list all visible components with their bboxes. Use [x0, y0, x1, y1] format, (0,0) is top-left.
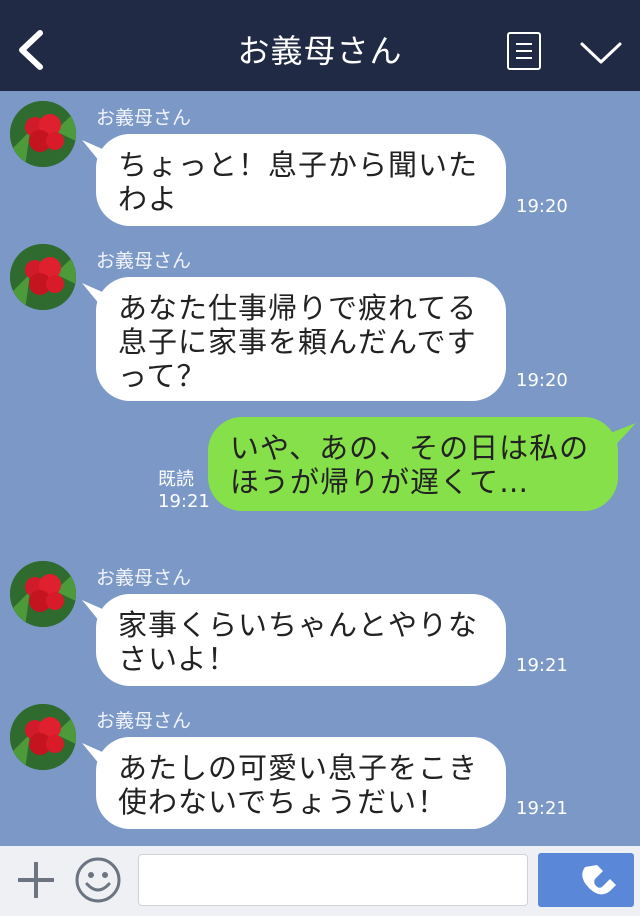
- sender-name: お義母さん: [96, 710, 192, 732]
- message-bubble[interactable]: 家事くらいちゃんとやりなさいよ！: [96, 594, 506, 686]
- phone-icon: [582, 865, 616, 895]
- message-bubble[interactable]: あなた仕事帰りで疲れてる息子に家事を頼んだんですって？: [96, 277, 506, 401]
- chat-title: お義母さん: [237, 32, 403, 70]
- avatar[interactable]: [10, 561, 76, 627]
- notes-icon[interactable]: [507, 32, 541, 70]
- smiley-icon[interactable]: [74, 856, 122, 904]
- plus-icon[interactable]: [16, 860, 56, 900]
- chat-header: お義母さん: [0, 0, 640, 91]
- flower-avatar-icon: [10, 101, 76, 167]
- avatar[interactable]: [10, 244, 76, 310]
- message-bubble[interactable]: あたしの可愛い息子をこき使わないでちょうだい！: [96, 737, 506, 829]
- flower-avatar-icon: [10, 561, 76, 627]
- message-time: 19:20: [516, 370, 568, 391]
- message-input[interactable]: [138, 854, 528, 906]
- read-status: 既読 19:21: [158, 469, 210, 512]
- message-time: 19:21: [516, 798, 568, 819]
- flower-avatar-icon: [10, 704, 76, 770]
- sender-name: お義母さん: [96, 567, 192, 589]
- flower-avatar-icon: [10, 244, 76, 310]
- avatar[interactable]: [10, 101, 76, 167]
- message-bubble[interactable]: いや、あの、その日は私のほうが帰りが遅くて…: [208, 417, 618, 511]
- message-bubble[interactable]: ちょっと！息子から聞いたわよ: [96, 134, 506, 226]
- sender-name: お義母さん: [96, 250, 192, 272]
- composer-bar: [0, 846, 640, 916]
- avatar[interactable]: [10, 704, 76, 770]
- call-button[interactable]: [538, 853, 634, 907]
- message-time: 19:20: [516, 196, 568, 217]
- chat-area[interactable]: お義母さん ちょっと！息子から聞いたわよ 19:20 お義母さん あなた仕事帰り…: [0, 91, 640, 846]
- chevron-down-icon[interactable]: [578, 36, 624, 70]
- sender-name: お義母さん: [96, 107, 192, 129]
- message-time: 19:21: [516, 655, 568, 676]
